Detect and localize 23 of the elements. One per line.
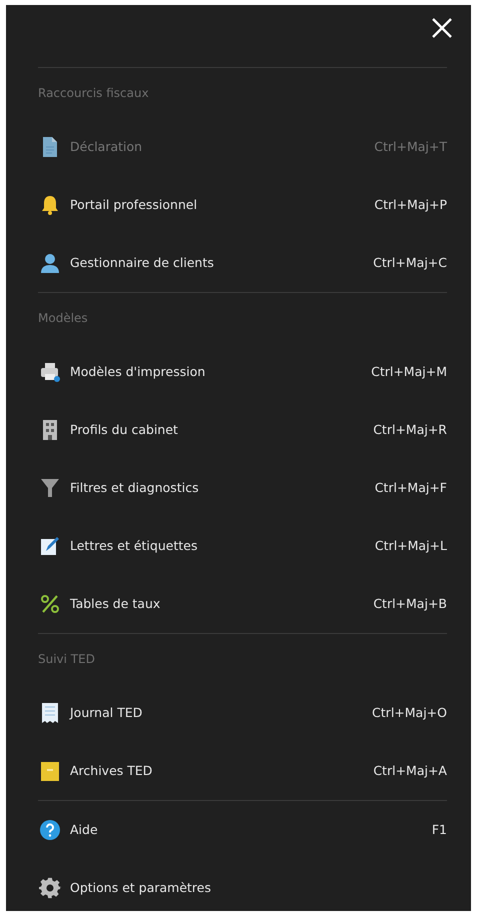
close-icon (431, 17, 453, 39)
menu-item[interactable]: Archives TED Ctrl+Maj+A (38, 742, 447, 800)
menu-item[interactable]: Gestionnaire de clients Ctrl+Maj+C (38, 234, 447, 292)
section-heading: Modèles (38, 310, 88, 327)
menu-item[interactable]: Filtres et diagnostics Ctrl+Maj+F (38, 459, 447, 517)
menu-item[interactable]: Profils du cabinet Ctrl+Maj+R (38, 401, 447, 459)
menu-item[interactable]: Lettres et étiquettes Ctrl+Maj+L (38, 517, 447, 575)
funnel-icon (38, 476, 62, 500)
section-heading: Suivi TED (38, 651, 95, 668)
menu-item[interactable]: Portail professionnel Ctrl+Maj+P (38, 176, 447, 234)
help-icon (38, 818, 62, 842)
menu-item[interactable]: Journal TED Ctrl+Maj+O (38, 684, 447, 742)
archive-box-icon (38, 759, 62, 783)
menu-item[interactable]: Tables de taux Ctrl+Maj+B (38, 575, 447, 633)
menu-item[interactable]: Options et paramètres (38, 859, 447, 916)
section-heading: Raccourcis fiscaux (38, 85, 149, 102)
pencil-note-icon (38, 534, 62, 558)
menu-item[interactable]: Modèles d'impression Ctrl+Maj+M (38, 343, 447, 401)
menu-item[interactable]: Aide F1 (38, 801, 447, 859)
person-icon (38, 251, 62, 275)
percent-icon (38, 592, 62, 616)
gear-icon (38, 876, 62, 900)
printer-icon (38, 360, 62, 384)
